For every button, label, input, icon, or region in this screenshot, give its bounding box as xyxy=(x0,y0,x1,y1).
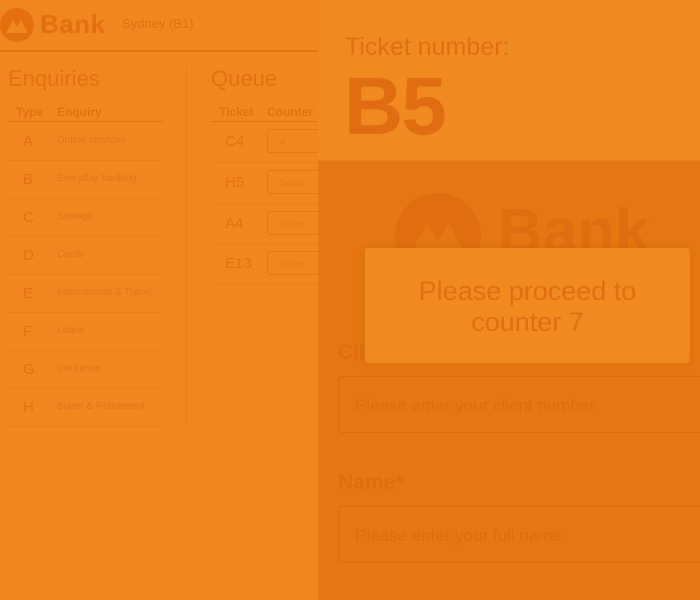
counter-column-header: Counter xyxy=(267,105,313,119)
ticket-number-label: Ticket number: xyxy=(345,33,510,61)
name-placeholder: Please enter your full name xyxy=(355,526,562,545)
enquiries-table-header: Type Enquiry xyxy=(8,104,164,122)
ticket-display: Ticket number: B5 xyxy=(318,0,700,161)
enquiry-name: Super & Retirement xyxy=(57,401,145,412)
client-form: Bank Cli Please enter your client number… xyxy=(318,161,700,600)
proceed-to-counter-modal: Please proceed to counter 7 xyxy=(365,248,690,363)
queue-row: A4 Select xyxy=(211,204,327,245)
type-column-header: Type xyxy=(16,105,44,119)
enquiry-column-header: Enquiry xyxy=(57,105,102,119)
queue-ticket: H5 xyxy=(225,174,245,191)
top-bar: Bank Sydney (B1) xyxy=(0,0,318,52)
queue-row: C4 4 xyxy=(211,122,327,163)
enquiry-type: D xyxy=(23,247,34,264)
enquiry-type: B xyxy=(23,171,34,188)
enquiry-name: Everyday banking xyxy=(57,173,137,184)
queue-ticket: E13 xyxy=(225,255,252,272)
enquiry-row[interactable]: D Cards xyxy=(8,236,164,275)
client-number-placeholder: Please enter your client number xyxy=(355,396,596,415)
queue-title: Queue xyxy=(211,66,278,91)
enquiry-type: F xyxy=(23,323,33,340)
column-divider xyxy=(186,66,187,426)
ticket-number: B5 xyxy=(344,61,447,152)
queue-row: E13 Select xyxy=(211,244,327,285)
enquiry-row[interactable]: A Online services xyxy=(8,122,164,161)
modal-message: Please proceed to counter 7 xyxy=(418,276,637,337)
queue-ticket: A4 xyxy=(225,215,244,232)
queue-management-panel: Bank Sydney (B1) Enquiries Queue Type En… xyxy=(0,0,327,600)
queue-table-header: Ticket Counter xyxy=(211,104,318,122)
enquiry-type: E xyxy=(23,285,34,302)
enquiry-type: H xyxy=(23,399,34,416)
enquiry-name: Insurance xyxy=(57,363,101,374)
enquiry-name: International & Travel xyxy=(57,287,152,298)
enquiry-type: C xyxy=(23,209,34,226)
enquiry-name: Cards xyxy=(57,249,84,260)
bank-logo-icon xyxy=(0,8,34,42)
client-number-field[interactable]: Please enter your client number xyxy=(338,376,700,433)
queue-ticket: C4 xyxy=(225,133,245,150)
name-field[interactable]: Please enter your full name xyxy=(338,506,700,563)
queue-row: H5 Select xyxy=(211,163,327,204)
name-label: Name* xyxy=(338,471,404,494)
enquiry-row[interactable]: B Everyday banking xyxy=(8,160,164,199)
enquiry-row[interactable]: E International & Travel xyxy=(8,274,164,313)
client-number-label: Cli xyxy=(338,341,365,364)
ticket-column-header: Ticket xyxy=(219,105,254,119)
enquiry-type: G xyxy=(23,361,35,378)
enquiry-row[interactable]: H Super & Retirement xyxy=(8,388,164,427)
enquiry-type: A xyxy=(23,133,34,150)
enquiry-row[interactable]: F Loans xyxy=(8,312,164,351)
enquiry-row[interactable]: G Insurance xyxy=(8,350,164,389)
enquiry-name: Savings xyxy=(57,211,93,222)
enquiries-title: Enquiries xyxy=(8,66,100,91)
enquiry-name: Online services xyxy=(57,135,126,146)
enquiry-row[interactable]: C Savings xyxy=(8,198,164,237)
bank-logo-text: Bank xyxy=(40,9,106,39)
enquiry-name: Loans xyxy=(57,325,85,336)
branch-name: Sydney (B1) xyxy=(122,16,194,31)
